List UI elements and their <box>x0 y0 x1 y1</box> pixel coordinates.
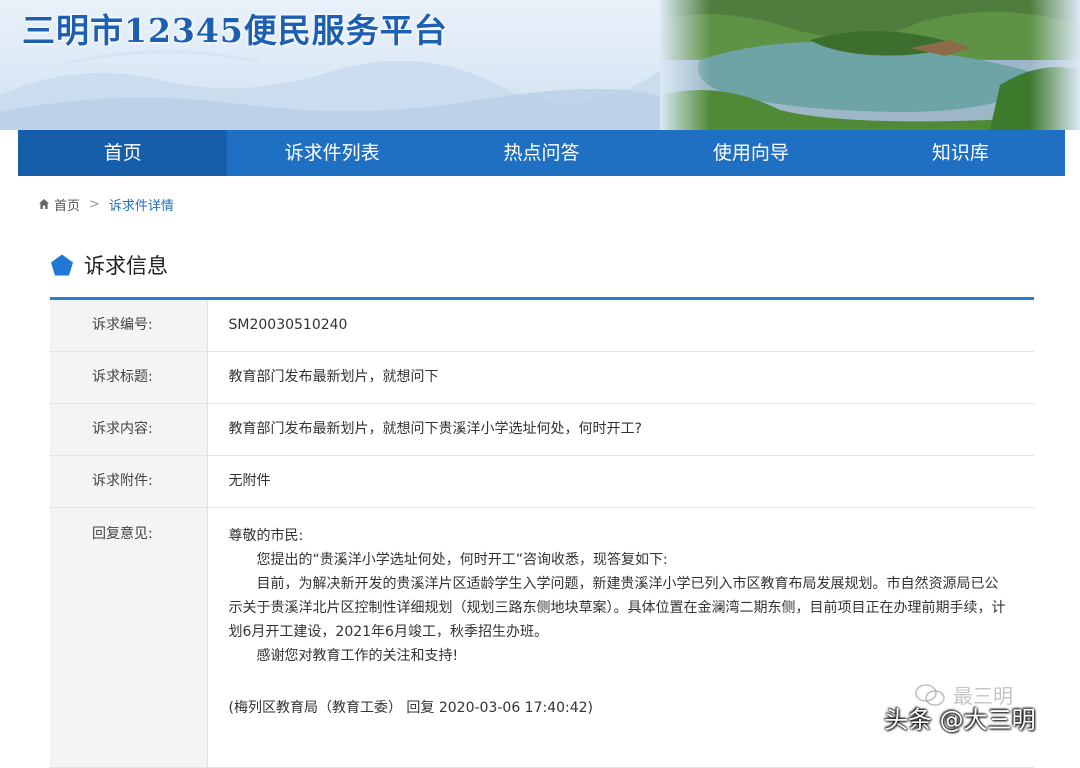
reply-greeting: 尊敬的市民: <box>228 528 304 544</box>
request-title: 教育部门发布最新划片，就想问下 <box>207 351 1034 404</box>
section-heading: 诉求信息 <box>50 250 168 280</box>
main-nav: 首页 诉求件列表 热点问答 使用向导 知识库 <box>18 130 1065 176</box>
home-icon <box>39 199 49 209</box>
row-label: 诉求编号: <box>50 300 208 352</box>
breadcrumb-home-link[interactable]: 首页 <box>54 195 80 214</box>
reply-paragraph: 您提出的“贵溪洋小学选址何处，何时开工”咨询收悉，现答复如下: <box>256 552 668 568</box>
header-banner: 三明市12345便民服务平台 <box>0 0 1080 130</box>
table-row: 诉求标题: 教育部门发布最新划片，就想问下 <box>50 351 1034 404</box>
nav-user-guide[interactable]: 使用向导 <box>646 130 855 176</box>
nav-request-list[interactable]: 诉求件列表 <box>227 130 436 176</box>
reply-paragraph: 目前，为解决新开发的贵溪洋片区适龄学生入学问题，新建贵溪洋小学已列入市区教育布局… <box>228 576 1006 640</box>
nav-knowledge-base[interactable]: 知识库 <box>856 130 1065 176</box>
nav-home[interactable]: 首页 <box>18 130 228 176</box>
nav-hot-qa[interactable]: 热点问答 <box>437 130 646 176</box>
request-number: SM20030510240 <box>207 300 1034 352</box>
pentagon-icon <box>51 254 73 276</box>
section-title: 诉求信息 <box>84 254 168 278</box>
row-label: 回复意见: <box>50 507 208 768</box>
request-attachment: 无附件 <box>207 455 1034 508</box>
table-row: 诉求内容: 教育部门发布最新划片，就想问下贵溪洋小学选址何处，何时开工? <box>50 403 1034 456</box>
reply-paragraph: 感谢您对教育工作的关注和支持! <box>256 648 459 664</box>
chevron-right-icon: > <box>89 196 100 212</box>
lake-landscape-photo <box>660 0 1080 130</box>
row-label: 诉求附件: <box>50 455 208 508</box>
breadcrumb-current: 诉求件详情 <box>108 198 174 214</box>
site-title: 三明市12345便民服务平台 <box>22 11 448 50</box>
request-info-table: 诉求编号: SM20030510240 诉求标题: 教育部门发布最新划片，就想问… <box>50 300 1034 768</box>
row-label: 诉求标题: <box>50 351 208 404</box>
request-content: 教育部门发布最新划片，就想问下贵溪洋小学选址何处，何时开工? <box>207 403 1034 456</box>
watermark-main: 头条 @大三明 <box>884 706 1036 734</box>
row-label: 诉求内容: <box>50 403 208 456</box>
table-row: 诉求编号: SM20030510240 <box>50 300 1034 352</box>
breadcrumb: 首页 > 诉求件详情 <box>38 195 174 214</box>
table-row: 诉求附件: 无附件 <box>50 455 1034 508</box>
